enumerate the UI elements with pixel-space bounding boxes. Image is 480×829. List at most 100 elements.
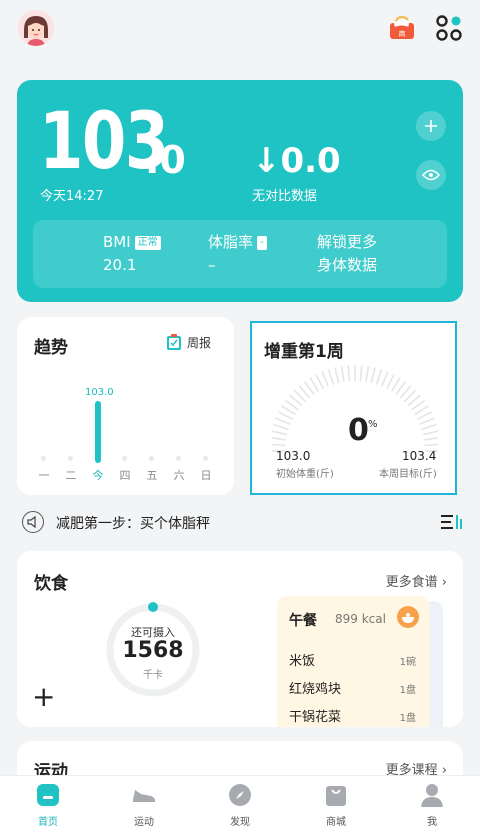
start-weight-label: 初始体重(斤) — [276, 469, 334, 480]
female-avatar-icon — [18, 10, 54, 46]
gauge-tick — [272, 423, 289, 431]
weight-unit: 斤 — [149, 114, 165, 132]
day-dot — [149, 456, 154, 461]
day-label: 五 — [146, 469, 158, 482]
weight-card[interactable]: 103 .0 斤 今天14:27 ↓0.0 无对比数据 BMI 正常 20.1 体… — [17, 80, 463, 302]
tab-mall[interactable]: 商城 — [306, 782, 366, 828]
more-recipes-link[interactable]: 更多食谱 › — [386, 571, 447, 590]
meal-kcal: 899 kcal — [335, 612, 386, 626]
lunch-card[interactable]: 午餐 899 kcal 米饭 1碗 红烧鸡块 1盘 干锅花菜 1盘 — [277, 596, 430, 727]
tab-label: 首页 — [38, 817, 58, 828]
day-label: 二 — [65, 469, 77, 482]
tab-label: 我 — [427, 817, 437, 828]
report-icon — [167, 334, 181, 350]
gauge-tick — [321, 371, 329, 387]
gauge-tick — [386, 374, 395, 389]
bmi-stat[interactable]: BMI 正常 20.1 — [103, 232, 161, 276]
food-item-name: 红烧鸡块 — [289, 682, 342, 697]
top-header: 商 — [0, 0, 480, 62]
food-item-name: 米饭 — [289, 654, 316, 669]
day-dot — [41, 456, 46, 461]
diet-card[interactable]: 饮食 更多食谱 › 还可摄入 1568 千卡 + 午餐 899 kcal 米饭 … — [17, 551, 463, 727]
gauge-tick — [278, 411, 293, 420]
food-item-amount: 1盘 — [399, 685, 416, 696]
tab-me[interactable]: 我 — [402, 782, 462, 828]
meal-title: 午餐 — [289, 613, 317, 629]
diet-title: 饮食 — [34, 574, 68, 594]
tab-label: 商城 — [326, 817, 346, 828]
tip-row[interactable]: 减肥第一步：买个体脂秤 — [20, 508, 464, 536]
chevron-right-icon: › — [437, 575, 447, 590]
shop-bag-icon[interactable]: 商 — [388, 15, 416, 41]
start-weight-value: 103.0 — [276, 449, 311, 463]
shopping-bag-icon — [326, 786, 346, 806]
gauge-tick — [365, 365, 370, 383]
body-fat-status-badge: - — [257, 236, 267, 250]
bmi-status-badge: 正常 — [134, 236, 161, 250]
add-food-button[interactable]: + — [32, 683, 55, 711]
unlock-line-2: 身体数据 — [317, 256, 378, 274]
weight-gain-card[interactable]: 增重第1周 0 % 103.0 初始体重(斤) 103.4 本周目标(斤) — [250, 321, 457, 495]
tab-label: 发现 — [230, 817, 250, 828]
shop-badge-text: 商 — [399, 29, 406, 38]
gauge-tick — [424, 443, 438, 447]
apps-grid-icon[interactable] — [436, 15, 462, 41]
gauge-tick — [414, 405, 429, 416]
weight-value-decimal: .0 — [145, 138, 186, 182]
trend-card[interactable]: 趋势 周报 103.0 一 二 今 四 五 六 日 — [17, 317, 234, 495]
gauge-progress-unit: % — [368, 419, 378, 430]
gauge-tick — [327, 368, 335, 385]
body-fat-value: – — [208, 256, 216, 274]
more-recipes-label: 更多食谱 — [385, 575, 438, 590]
body-fat-stat[interactable]: 体脂率 - – — [208, 232, 267, 276]
unlock-line-1: 解锁更多 — [317, 233, 378, 251]
plus-icon — [425, 120, 437, 132]
calorie-ring[interactable]: 还可摄入 1568 千卡 — [105, 602, 201, 698]
tab-home[interactable]: 首页 — [18, 782, 78, 828]
avatar[interactable] — [18, 10, 54, 46]
day-dot — [176, 456, 181, 461]
gauge-tick — [421, 423, 438, 431]
profile-icon — [421, 784, 443, 807]
weight-time: 今天14:27 — [40, 189, 104, 204]
calorie-remaining-value: 1568 — [122, 638, 184, 663]
day-label: 今 — [92, 469, 104, 482]
weekly-report-label: 周报 — [187, 335, 212, 350]
gauge-tick — [375, 368, 383, 385]
gauge-tick — [370, 367, 376, 384]
target-weight-value: 103.4 — [402, 449, 437, 463]
unlock-more-data[interactable]: 解锁更多 身体数据 — [317, 232, 377, 276]
sneaker-icon — [133, 790, 156, 802]
add-weight-button[interactable] — [416, 111, 446, 141]
gauge-tick — [390, 377, 401, 392]
weight-diff-label: 无对比数据 — [252, 189, 318, 204]
weekly-report-button[interactable]: 周报 — [165, 331, 217, 353]
gauge-tick — [272, 436, 287, 441]
gauge-tick — [423, 436, 438, 441]
body-fat-label: 体脂率 — [208, 233, 254, 251]
gauge-tick — [359, 365, 363, 382]
gauge-tick — [419, 417, 435, 425]
food-item-name: 干锅花菜 — [289, 710, 342, 725]
sort-list-icon[interactable] — [440, 513, 462, 531]
compass-icon — [229, 784, 251, 806]
food-item-amount: 1碗 — [399, 657, 416, 668]
trend-title: 趋势 — [34, 338, 68, 358]
gauge-tick — [309, 377, 320, 392]
bmi-label: BMI — [103, 233, 131, 251]
gauge-tick — [272, 430, 288, 436]
day-dot — [122, 456, 127, 461]
body-stats-bar: BMI 正常 20.1 体脂率 - – 解锁更多 身体数据 — [33, 220, 447, 288]
tab-label: 运动 — [134, 817, 154, 828]
gauge-tick — [347, 365, 351, 382]
tab-discover[interactable]: 发现 — [210, 782, 270, 828]
toggle-visibility-button[interactable] — [416, 160, 446, 190]
tab-exercise[interactable]: 运动 — [114, 782, 174, 828]
gain-title: 增重第1周 — [264, 342, 344, 362]
eye-icon — [422, 169, 440, 181]
target-weight-label: 本周目标(斤) — [379, 469, 437, 480]
bar-value-label: 103.0 — [85, 387, 114, 398]
day-label: 六 — [173, 469, 185, 482]
speaker-icon — [22, 511, 44, 533]
gauge-tick — [381, 371, 389, 387]
